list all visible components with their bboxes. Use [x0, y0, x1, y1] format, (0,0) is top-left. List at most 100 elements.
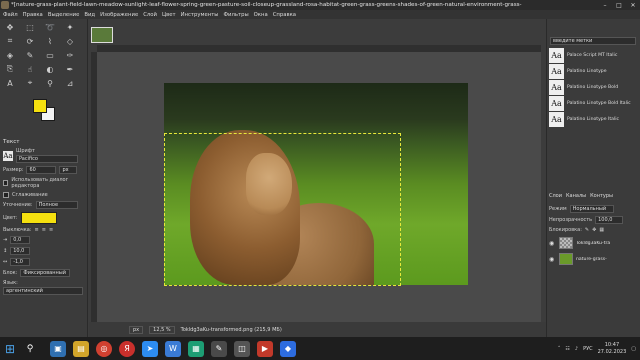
font-list-item[interactable]: Aa Palatino Linotype Bold [549, 79, 637, 95]
antialias-checkbox[interactable] [3, 192, 9, 198]
font-field[interactable]: Pacifico [16, 155, 78, 163]
justify-left-icon[interactable]: ≡ [35, 227, 39, 233]
menu-view[interactable]: Вид [84, 12, 95, 18]
paintbrush-tool-icon[interactable]: ✎ [24, 49, 36, 61]
media-icon[interactable]: ▶ [257, 340, 273, 357]
font-list-item[interactable]: Aa Palatino Linotype [549, 63, 637, 79]
font-preview-icon[interactable]: Aa [3, 150, 13, 161]
eye-icon[interactable]: ◉ [549, 256, 556, 263]
lock-pixels-icon[interactable]: ✎ [585, 227, 589, 233]
justify-center-icon[interactable]: ≡ [49, 227, 53, 233]
layer-thumbnail [559, 253, 573, 265]
line-spacing-field[interactable]: 10,0 [10, 247, 31, 255]
tray-arrow-icon[interactable]: ˄ [558, 346, 561, 352]
menu-windows[interactable]: Окна [254, 12, 268, 18]
airbrush-tool-icon[interactable]: ✑ [64, 49, 76, 61]
maximize-button[interactable]: □ [612, 0, 626, 10]
photos-icon[interactable]: ▦ [188, 340, 204, 357]
layers-tab-bar: Слои Каналы Контуры [549, 193, 639, 201]
font-list-item[interactable]: Aa Palatino Linotype Italic [549, 111, 637, 127]
telegram-icon[interactable]: ➤ [142, 340, 158, 357]
box-select[interactable]: Фиксированный [20, 269, 71, 277]
smudge-tool-icon[interactable]: ☝ [24, 63, 36, 75]
tab-layers[interactable]: Слои [549, 193, 562, 201]
menu-filters[interactable]: Фильтры [223, 12, 248, 18]
search-icon[interactable]: ⚲ [20, 344, 40, 354]
language-indicator[interactable]: РУС [583, 346, 593, 352]
layer-row[interactable]: ◉ Tokldg3aKu-tra [549, 236, 639, 250]
crop-tool-icon[interactable]: ⌗ [4, 35, 16, 47]
notifications-icon[interactable]: ▢ [631, 346, 636, 352]
warp-tool-icon[interactable]: ⌇ [44, 35, 56, 47]
cage-tool-icon[interactable]: ◇ [64, 35, 76, 47]
unit-select[interactable]: px [129, 325, 144, 334]
menu-image[interactable]: Изображение [100, 12, 138, 18]
window-controls: – □ ✕ [598, 0, 640, 10]
menu-help[interactable]: Справка [273, 12, 296, 18]
zoom-select[interactable]: 12,5 % [149, 325, 175, 334]
letter-spacing-field[interactable]: -1,0 [10, 258, 31, 266]
dodge-tool-icon[interactable]: ◐ [44, 63, 56, 75]
justify-right-icon[interactable]: ≡ [42, 227, 46, 233]
clock[interactable]: 10:47 27.02.2023 [598, 342, 627, 356]
bucket-fill-tool-icon[interactable]: ◈ [4, 49, 16, 61]
tool-grid: ✥ ⬚ ➰ ✦ ⌗ ⟳ ⌇ ◇ ◈ ✎ ▭ ✑ ⎘ ☝ ◐ ✒ A ⌖ ⚲ ⊿ [0, 19, 87, 91]
rect-select-tool-icon[interactable]: ⬚ [24, 21, 36, 33]
text-color-swatch[interactable] [20, 212, 57, 224]
yandex-icon[interactable]: Я [119, 340, 135, 357]
menu-bar: Файл Правка Выделение Вид Изображение Сл… [0, 10, 640, 19]
font-list-item[interactable]: Aa Palace Script MT Italic [549, 47, 637, 63]
color-picker-tool-icon[interactable]: ⌖ [24, 77, 36, 89]
font-list-item[interactable]: Aa Palatino Linotype Bold Italic [549, 95, 637, 111]
menu-colors[interactable]: Цвет [162, 12, 176, 18]
language-field[interactable]: аргентинский [3, 287, 83, 295]
clone-tool-icon[interactable]: ⎘ [4, 63, 16, 75]
eye-icon[interactable]: ◉ [549, 240, 556, 247]
file-explorer-icon[interactable]: ▤ [73, 340, 89, 357]
volume-icon[interactable]: ♪ [575, 346, 578, 352]
fg-bg-colors[interactable] [33, 99, 57, 123]
font-sample-icon: Aa [549, 63, 564, 79]
lock-position-icon[interactable]: ✥ [592, 227, 596, 233]
menu-select[interactable]: Выделение [48, 12, 80, 18]
eraser-tool-icon[interactable]: ▭ [44, 49, 56, 61]
lock-alpha-icon[interactable]: ▦ [599, 227, 604, 233]
app-icon[interactable]: ◫ [234, 340, 250, 357]
text-tool-icon[interactable]: A [4, 77, 16, 89]
mode-select[interactable]: Нормальный [569, 205, 614, 213]
lasso-tool-icon[interactable]: ➰ [44, 21, 56, 33]
foreground-color-swatch[interactable] [33, 99, 47, 113]
app-icon[interactable]: ◆ [280, 340, 296, 357]
menu-file[interactable]: Файл [3, 12, 18, 18]
menu-edit[interactable]: Правка [23, 12, 43, 18]
size-field[interactable]: 60 [26, 166, 57, 174]
paths-tool-icon[interactable]: ✒ [64, 63, 76, 75]
layer-row[interactable]: ◉ nature-grass- [549, 252, 639, 266]
zoom-tool-icon[interactable]: ⚲ [44, 77, 56, 89]
indent-field[interactable]: 0,0 [10, 236, 31, 244]
chrome-icon[interactable]: ◎ [96, 340, 112, 357]
move-tool-icon[interactable]: ✥ [4, 21, 16, 33]
word-icon[interactable]: W [165, 340, 181, 357]
start-windows-icon[interactable]: ⊞ [0, 337, 20, 360]
opacity-field[interactable]: 100,0 [595, 216, 624, 224]
menu-layer[interactable]: Слой [143, 12, 157, 18]
close-button[interactable]: ✕ [626, 0, 640, 10]
measure-tool-icon[interactable]: ⊿ [64, 77, 76, 89]
hinting-select[interactable]: Полное [35, 201, 78, 209]
tool-options-title: Текст [3, 139, 20, 145]
rotate-tool-icon[interactable]: ⟳ [24, 35, 36, 47]
tab-channels[interactable]: Каналы [566, 193, 586, 201]
horizontal-ruler[interactable] [97, 45, 541, 52]
menu-tools[interactable]: Инструменты [181, 12, 219, 18]
minimize-button[interactable]: – [598, 0, 612, 10]
gimp-taskbar-icon[interactable]: ✎ [211, 340, 227, 357]
tab-paths[interactable]: Контуры [590, 193, 613, 201]
font-tag-filter[interactable]: введите метки [550, 37, 636, 45]
size-unit-select[interactable]: px [59, 166, 78, 174]
image-tab-thumbnail[interactable] [91, 27, 113, 43]
use-editor-checkbox[interactable] [3, 180, 9, 186]
fuzzy-select-tool-icon[interactable]: ✦ [64, 21, 76, 33]
task-view-icon[interactable]: ▣ [50, 340, 66, 357]
network-icon[interactable]: ☷ [565, 346, 569, 352]
